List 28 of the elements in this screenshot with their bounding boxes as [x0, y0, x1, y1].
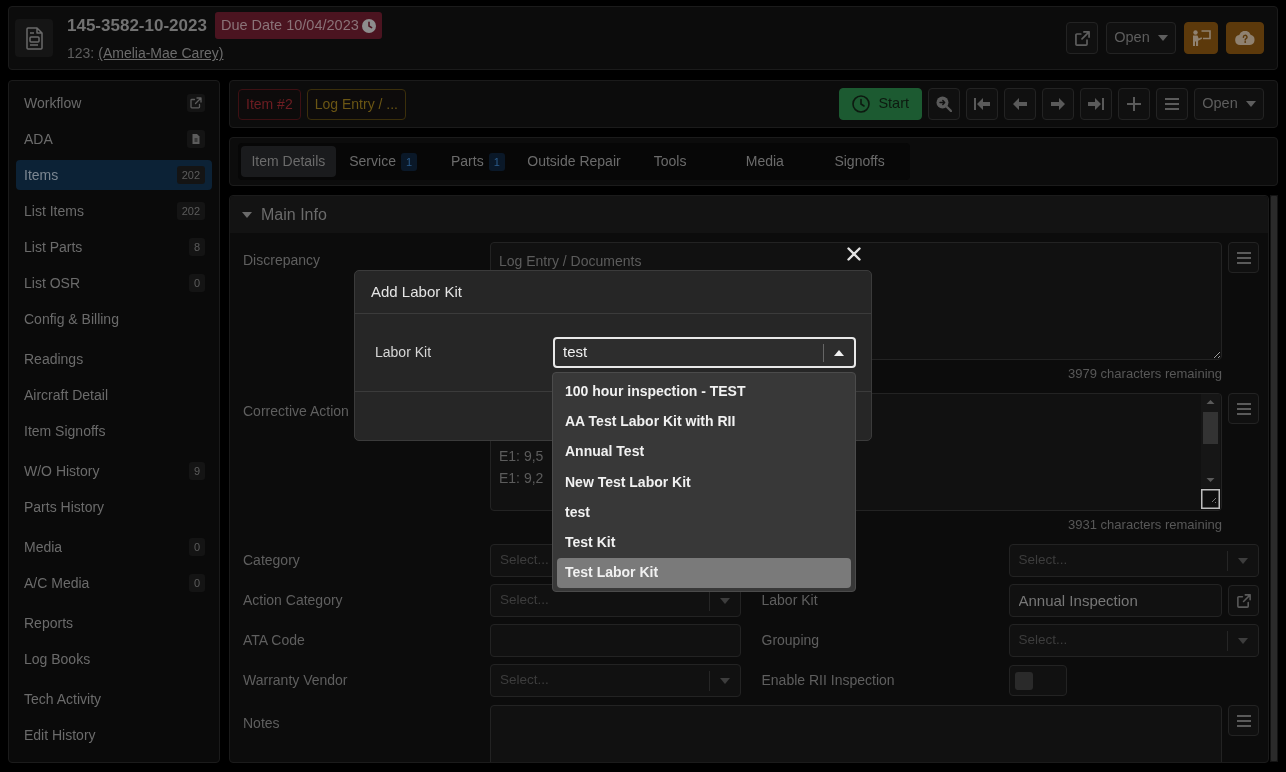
field-label: Category — [243, 551, 301, 570]
field-label: Warranty Vendor — [243, 671, 349, 690]
field-label: Corrective Action — [243, 402, 350, 421]
count-badge: 8 — [188, 238, 205, 256]
dialog-title: Add Labor Kit — [371, 281, 462, 302]
count-badge: 202 — [176, 166, 205, 184]
count-badge: 1 — [488, 152, 505, 171]
char-count-text: 3979 characters remaining — [1068, 365, 1222, 383]
field-label: Enable RII Inspection — [761, 671, 896, 690]
char-count-text: 3931 characters remaining — [1068, 516, 1222, 534]
count-badge: 0 — [188, 538, 205, 556]
count-badge: 1 — [400, 152, 418, 171]
field-label: Action Category — [243, 591, 344, 610]
item-tag: Item #2 — [238, 88, 301, 120]
record-number: 123: — [67, 44, 95, 64]
record-title: 145-3582-10-2023 — [67, 14, 207, 37]
count-badge: 0 — [188, 574, 205, 592]
field-label: Labor Kit — [375, 343, 433, 362]
field-label: Discrepancy — [243, 251, 322, 270]
count-badge: 202 — [176, 202, 205, 220]
field-label: Notes — [243, 714, 281, 733]
field-label: ATA Code — [243, 631, 306, 650]
field-label: Grouping — [761, 631, 821, 650]
count-badge: 0 — [188, 274, 205, 292]
count-badge: 9 — [188, 462, 205, 480]
due-date-text: Due Date 10/04/2023 — [220, 15, 359, 35]
field-label: Labor Kit — [761, 591, 819, 610]
item-tag: Log Entry / ... — [306, 88, 406, 120]
